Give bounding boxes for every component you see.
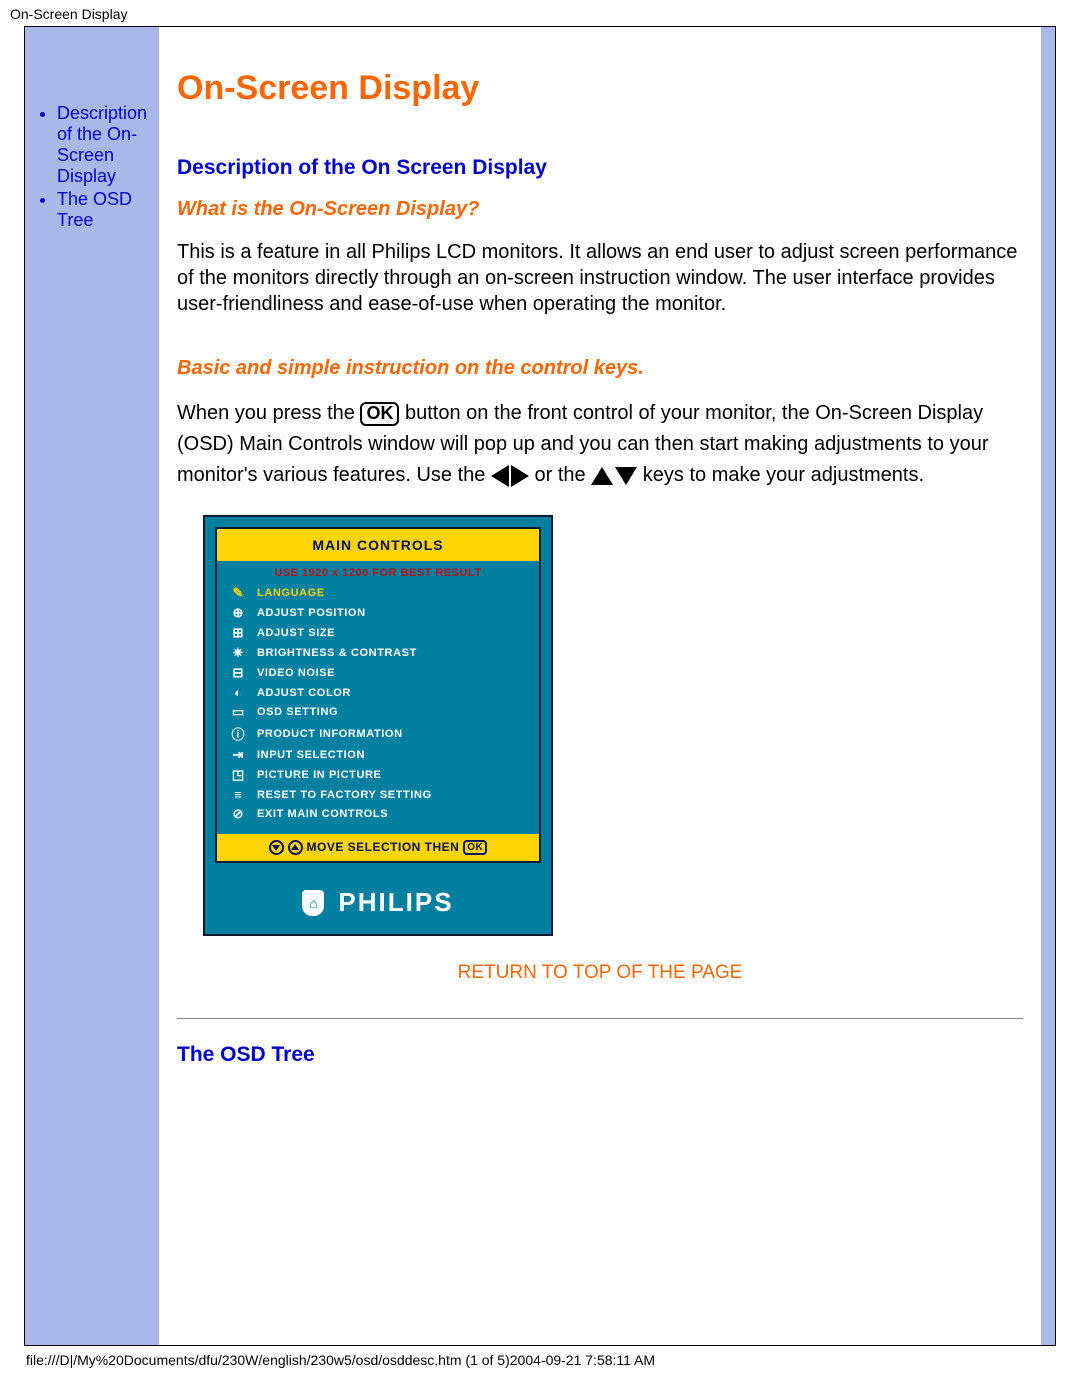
ok-small-icon: OK — [463, 840, 487, 855]
return-to-top[interactable]: RETURN TO TOP OF THE PAGE — [177, 962, 1023, 984]
philips-shield-icon: ⌂ — [302, 890, 324, 916]
scrollbar[interactable] — [1041, 27, 1055, 1345]
text-segment: or the — [535, 464, 592, 486]
osd-menu-item: ⊕ ADJUST POSITION — [227, 603, 529, 623]
osd-screenshot: MAIN CONTROLS USE 1920 x 1200 FOR BEST R… — [203, 515, 553, 936]
arrow-left-icon — [491, 465, 509, 487]
osd-item-label: BRIGHTNESS & CONTRAST — [257, 647, 417, 659]
osd-item-icon: ⊘ — [227, 806, 249, 822]
arrow-up-icon — [591, 467, 613, 485]
arrow-right-icon — [511, 465, 529, 487]
osd-menu-item: ⓘ PRODUCT INFORMATION — [227, 722, 529, 745]
osd-footer: MOVE SELECTION THEN OK — [217, 834, 539, 861]
osd-menu-item: ≡ RESET TO FACTORY SETTING — [227, 785, 529, 804]
osd-item-label: ADJUST COLOR — [257, 687, 351, 699]
osd-menu-list: ✎ LANGUAGE ⊕ ADJUST POSITION ⊞ ADJUST SIZE ✷ BR… — [217, 583, 539, 834]
subheading-basic-instruction: Basic and simple instruction on the cont… — [177, 357, 1023, 380]
osd-menu-item: ◐ ADJUST COLOR — [227, 683, 529, 702]
osd-menu-item: ⊟ VIDEO NOISE — [227, 663, 529, 683]
osd-item-label: ADJUST SIZE — [257, 627, 335, 639]
sidebar: Description of the On-Screen Display The… — [25, 27, 159, 233]
osd-menu-item: ⊞ ADJUST SIZE — [227, 623, 529, 643]
osd-item-label: EXIT MAIN CONTROLS — [257, 808, 388, 820]
osd-menu-item: ⊘ EXIT MAIN CONTROLS — [227, 804, 529, 824]
text-segment: When you press the — [177, 402, 360, 424]
sidebar-item-osd-tree[interactable]: The OSD Tree — [57, 189, 159, 231]
osd-item-label: RESET TO FACTORY SETTING — [257, 789, 432, 801]
osd-brand-row: ⌂ PHILIPS — [205, 873, 551, 934]
osd-item-icon: ◐ — [227, 685, 249, 700]
section-description-heading: Description of the On Screen Display — [177, 156, 1023, 180]
paragraph-control-keys: When you press the OK button on the fron… — [177, 398, 1023, 491]
osd-item-label: INPUT SELECTION — [257, 749, 365, 761]
ok-icon: OK — [360, 402, 399, 426]
page-frame: Description of the On-Screen Display The… — [24, 26, 1056, 1346]
osd-header: MAIN CONTROLS — [217, 529, 539, 561]
osd-menu-item: ✎ LANGUAGE — [227, 583, 529, 603]
osd-item-icon: ✷ — [227, 645, 249, 661]
main-content: On-Screen Display Description of the On … — [159, 27, 1041, 1345]
osd-item-label: OSD SETTING — [257, 706, 338, 718]
footer-path: file:///D|/My%20Documents/dfu/230W/engli… — [0, 1346, 1080, 1378]
osd-menu-item: ◳ PICTURE IN PICTURE — [227, 765, 529, 785]
sidebar-link-osd-tree[interactable]: The OSD Tree — [57, 189, 132, 230]
osd-menu-item: ▭ OSD SETTING — [227, 702, 529, 722]
osd-item-label: VIDEO NOISE — [257, 667, 335, 679]
osd-item-label: LANGUAGE — [257, 587, 325, 599]
osd-item-icon: ▭ — [227, 704, 249, 720]
sidebar-link-description[interactable]: Description of the On-Screen Display — [57, 103, 147, 186]
osd-warning: USE 1920 x 1200 FOR BEST RESULT — [217, 561, 539, 583]
page-header: On-Screen Display — [0, 0, 1080, 26]
osd-item-icon: ⊕ — [227, 605, 249, 621]
osd-item-icon: ⇥ — [227, 747, 249, 763]
page-title: On-Screen Display — [177, 69, 1023, 108]
osd-item-icon: ⓘ — [227, 724, 249, 743]
osd-menu-item: ⇥ INPUT SELECTION — [227, 745, 529, 765]
paragraph-what-is-osd: This is a feature in all Philips LCD mon… — [177, 239, 1023, 317]
osd-item-label: PICTURE IN PICTURE — [257, 769, 381, 781]
circle-up-icon — [288, 840, 303, 855]
section-osd-tree-heading: The OSD Tree — [177, 1043, 1023, 1067]
osd-menu-item: ✷ BRIGHTNESS & CONTRAST — [227, 643, 529, 663]
osd-item-label: ADJUST POSITION — [257, 607, 366, 619]
subheading-what-is-osd: What is the On-Screen Display? — [177, 198, 1023, 221]
text-segment: keys to make your adjustments. — [643, 464, 924, 486]
philips-logo-text: PHILIPS — [338, 887, 453, 918]
circle-down-icon — [269, 840, 284, 855]
return-to-top-link[interactable]: RETURN TO TOP OF THE PAGE — [458, 962, 743, 983]
sidebar-item-description[interactable]: Description of the On-Screen Display — [57, 103, 159, 187]
arrow-down-icon — [615, 467, 637, 485]
osd-item-icon: ◳ — [227, 767, 249, 783]
osd-item-icon: ✎ — [227, 585, 249, 601]
osd-item-icon: ⊟ — [227, 665, 249, 681]
osd-footer-text: MOVE SELECTION THEN — [307, 840, 460, 854]
divider — [177, 1018, 1023, 1019]
osd-item-icon: ⊞ — [227, 625, 249, 641]
osd-item-label: PRODUCT INFORMATION — [257, 728, 403, 740]
osd-item-icon: ≡ — [227, 787, 249, 802]
